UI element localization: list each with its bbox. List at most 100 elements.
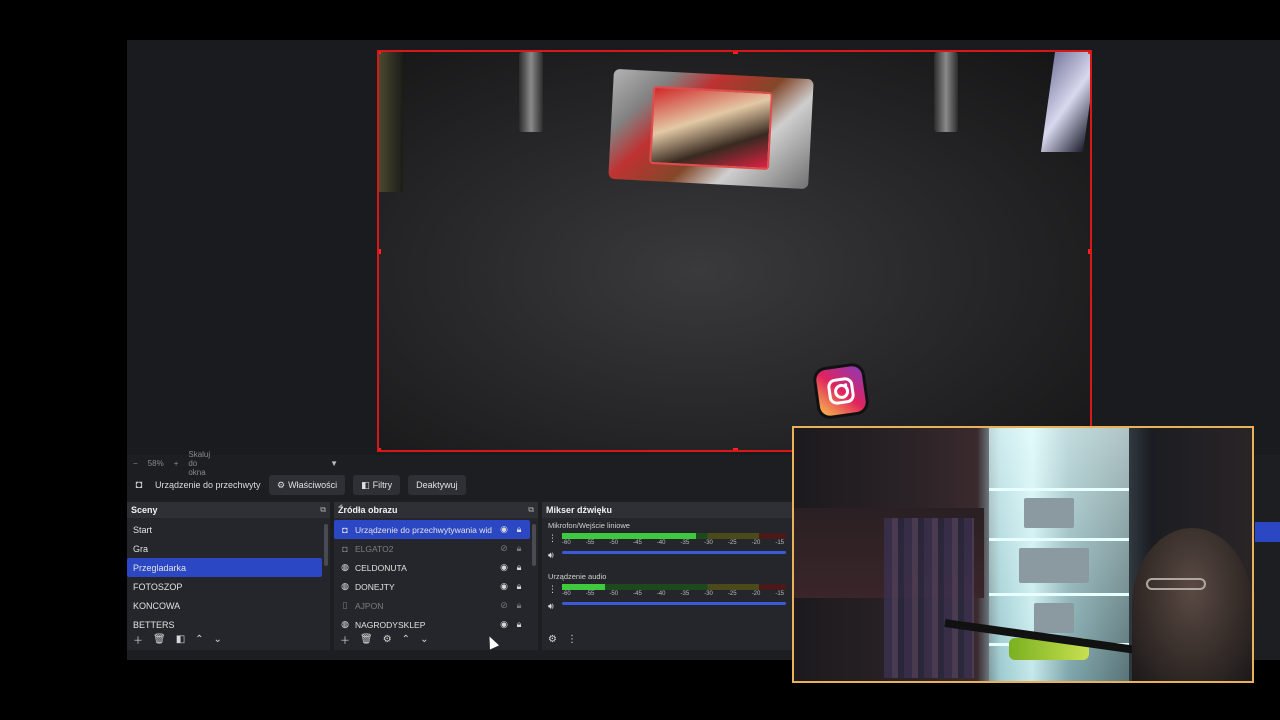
eye-icon[interactable]: ◉ (499, 562, 509, 573)
streamer-image (1132, 528, 1252, 681)
filters-button[interactable]: ◧ Filtry (353, 475, 401, 495)
speaker-icon[interactable]: 🔊︎ (548, 601, 558, 612)
meter-ticks: -60 -55 -50 -45 -40 -35 -30 -25 -20 -15 (562, 540, 784, 546)
resize-handle[interactable] (1088, 249, 1090, 254)
channel-name: Urządzenie audio (548, 572, 607, 581)
resize-handle[interactable] (379, 249, 381, 254)
source-label: DONEJTY (355, 581, 395, 592)
source-item-active[interactable]: ◘ Urządzenie do przechwytywania wid ◉ 🔒︎ (334, 520, 530, 539)
lock-icon[interactable]: 🔒︎ (514, 600, 524, 611)
source-label: CELDONUTA (355, 562, 407, 573)
source-item[interactable]: ▯ AJPON ⊘ 🔒︎ (334, 596, 530, 615)
chevron-up-icon[interactable]: ⌃ (402, 634, 410, 645)
books-image (884, 518, 974, 678)
file-icon: ▯ (342, 600, 348, 610)
mixer-channel: Urządzenie audio ⋮ 🔊︎ -60 -55 -50 -45 -40 -35… (542, 569, 792, 612)
scene-item[interactable]: Start (127, 520, 322, 539)
scene-label: Gra (133, 543, 149, 554)
volume-meter (562, 584, 786, 590)
scene-label: Przegladarka (133, 562, 187, 573)
browser-icon: ◍ (341, 581, 349, 591)
mixer-channel: Mikrofon/Wejście liniowe ⋮ 🔊︎ -60 -55 -50-… (542, 518, 792, 561)
volume-fader[interactable] (562, 602, 786, 605)
resize-handle[interactable] (379, 52, 381, 54)
zoom-in-button[interactable]: + (174, 459, 179, 468)
frame-edge (379, 52, 403, 192)
sources-footer: ＋ 🗑 ⚙ ⌃ ⌄ (334, 628, 538, 650)
more-options-icon[interactable]: ⋮ (548, 533, 558, 544)
channel-name: Mikrofon/Wejście liniowe (548, 521, 630, 530)
add-icon[interactable]: ＋ (340, 632, 350, 647)
chevron-down-icon[interactable]: ⌄ (214, 634, 222, 645)
frame-edge (1040, 52, 1090, 152)
zoom-bar: − 58% + Skaluj do okna ▼ (127, 450, 338, 477)
sources-dock: Źródła obrazu ⧉ ◘ Urządzenie do przechwy… (334, 502, 538, 650)
chevron-down-icon[interactable]: ▼ (330, 459, 338, 468)
glasses-image (1146, 578, 1206, 590)
camera-icon: ◘ (135, 479, 143, 491)
browser-icon: ◍ (341, 562, 349, 572)
eye-hidden-icon[interactable]: ⊘ (499, 600, 509, 611)
eye-icon[interactable]: ◉ (499, 581, 509, 592)
zoom-out-button[interactable]: − (133, 459, 138, 468)
sources-scrollbar[interactable] (532, 524, 536, 566)
volume-fader[interactable] (562, 551, 786, 554)
deactivate-label: Deaktywuj (416, 480, 458, 490)
eye-hidden-icon[interactable]: ⊘ (499, 543, 509, 554)
gear-icon[interactable]: ⚙ (548, 634, 557, 645)
source-item[interactable]: ◍ DONEJTY ◉ 🔒︎ (334, 577, 530, 596)
mixer-header: Mikser dźwięku (542, 502, 792, 518)
camera-icon: ◘ (342, 543, 348, 554)
sources-title: Źródła obrazu (338, 505, 398, 515)
lock-icon[interactable]: 🔒︎ (514, 524, 524, 535)
sources-header: Źródła obrazu ⧉ (334, 502, 538, 518)
instagram-icon (815, 365, 867, 417)
source-item[interactable]: ◍ CELDONUTA ◉ 🔒︎ (334, 558, 530, 577)
more-options-icon[interactable]: ⋮ (567, 634, 577, 645)
scenes-scrollbar[interactable] (324, 524, 328, 566)
add-icon[interactable]: ＋ (133, 632, 143, 647)
audio-mixer-dock: Mikser dźwięku Mikrofon/Wejście liniowe … (542, 502, 792, 650)
properties-button[interactable]: ⚙ Właściwości (269, 475, 346, 495)
lock-icon[interactable]: 🔒︎ (514, 562, 524, 573)
scenes-footer: ＋ 🗑 ◧ ⌃ ⌄ (127, 628, 330, 650)
scene-item[interactable]: KONCOWA (127, 596, 322, 615)
lock-icon[interactable]: 🔒︎ (514, 543, 524, 554)
scenes-title: Sceny (131, 505, 158, 515)
scene-label: Start (133, 524, 153, 535)
source-label: AJPON (355, 600, 384, 611)
undock-icon[interactable]: ⧉ (320, 505, 326, 515)
deactivate-button[interactable]: Deaktywuj (408, 475, 466, 495)
scene-item[interactable]: FOTOSZOP (127, 577, 322, 596)
eye-icon[interactable]: ◉ (499, 524, 509, 535)
resize-handle[interactable] (733, 52, 738, 54)
speaker-icon[interactable]: 🔊︎ (548, 550, 558, 561)
resize-handle[interactable] (1088, 52, 1090, 54)
zoom-level: 58% (147, 458, 164, 468)
chevron-down-icon[interactable]: ⌄ (420, 634, 428, 645)
scene-label: FOTOSZOP (133, 581, 183, 592)
more-options-icon[interactable]: ⋮ (548, 584, 558, 595)
scene-item-active[interactable]: Przegladarka (127, 558, 322, 577)
scene-label: KONCOWA (133, 600, 181, 611)
scene-item[interactable]: Gra (127, 539, 322, 558)
camera-icon: ◘ (342, 524, 348, 535)
scale-mode-label[interactable]: Skaluj do okna (188, 450, 210, 477)
chevron-up-icon[interactable]: ⌃ (195, 634, 203, 645)
trash-icon[interactable]: 🗑 (360, 634, 373, 645)
offscreen-selection-bar (1255, 522, 1280, 542)
webcam-overlay (792, 426, 1254, 683)
source-label: Urządzenie do przechwytywania wid (355, 524, 493, 535)
filter-icon[interactable]: ◧ (176, 634, 185, 645)
undock-icon[interactable]: ⧉ (528, 505, 534, 515)
source-item[interactable]: ◘ ELGATO2 ⊘ 🔒︎ (334, 539, 530, 558)
lock-icon[interactable]: 🔒︎ (514, 581, 524, 592)
volume-meter (562, 533, 786, 539)
meter-ticks: -60 -55 -50 -45 -40 -35 -30 -25 -20 -15 (562, 591, 784, 597)
resize-handle[interactable] (733, 448, 738, 450)
preview-source-capture[interactable] (377, 50, 1092, 452)
trash-icon[interactable]: 🗑 (153, 634, 166, 645)
resize-handle[interactable] (379, 448, 381, 450)
mixer-title: Mikser dźwięku (546, 505, 613, 515)
gear-icon[interactable]: ⚙ (383, 634, 392, 645)
